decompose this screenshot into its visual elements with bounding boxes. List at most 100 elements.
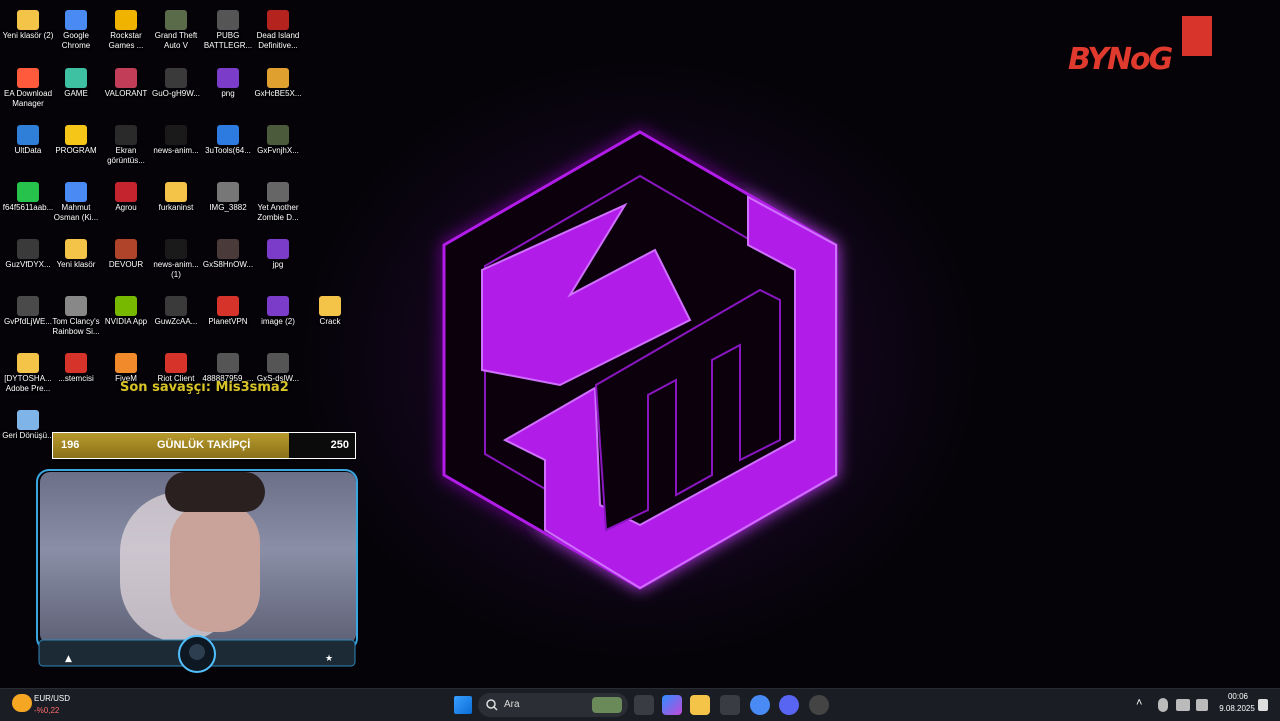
desktop-icon-glyph [165, 68, 187, 88]
desktop-icon[interactable]: 488887959_... [200, 347, 256, 404]
desktop-icon-label: PUBG BATTLEGR... [203, 31, 253, 50]
desktop-icon[interactable]: Grand Theft Auto V [148, 4, 204, 61]
start-button[interactable] [454, 696, 472, 714]
desktop-icon[interactable]: Riot Client [148, 347, 204, 404]
desktop-icon-glyph [115, 353, 137, 373]
desktop-icon[interactable]: Tom Clancy's Rainbow Si... [48, 290, 104, 347]
desktop-icon-label: Mahmut Osman (Ki... [53, 203, 99, 222]
desktop-icon-glyph [319, 296, 341, 316]
clock-time[interactable]: 00:06 [1220, 692, 1256, 701]
desktop-icon-glyph [165, 10, 187, 30]
desktop-icon[interactable]: GAME [48, 62, 104, 119]
desktop-icon[interactable]: PlanetVPN [200, 290, 256, 347]
desktop-icon-label: PROGRAM [55, 146, 97, 155]
desktop-icon-label: GxFvnjhX... [257, 146, 299, 155]
desktop-icon-glyph [17, 410, 39, 430]
clock-date[interactable]: 9.08.2025 [1214, 704, 1260, 713]
desktop-icon[interactable]: Dead Island Definitive... [250, 4, 306, 61]
desktop-icon-label: GuwZcAA... [154, 317, 198, 326]
desktop-icon-glyph [115, 10, 137, 30]
desktop-icon-glyph [17, 125, 39, 145]
desktop-icon-label: Dead Island Definitive... [256, 31, 300, 50]
desktop-icon[interactable]: Yeni klasör [48, 233, 104, 290]
desktop-icon[interactable]: jpg [250, 233, 306, 290]
chrome-icon[interactable] [750, 695, 770, 715]
desktop-icon[interactable]: Mahmut Osman (Ki... [48, 176, 104, 233]
desktop-icon-glyph [115, 68, 137, 88]
desktop-icon[interactable]: DEVOUR [98, 233, 154, 290]
desktop-icon-glyph [217, 239, 239, 259]
desktop-icon-glyph [65, 296, 87, 316]
desktop-icon-glyph [165, 125, 187, 145]
desktop-icon[interactable]: news-anim... (1) [148, 233, 204, 290]
desktop-icon-glyph [17, 182, 39, 202]
follower-current: 196 [61, 439, 80, 451]
notification-bell-icon[interactable] [1258, 699, 1268, 711]
task-view-icon[interactable] [634, 695, 654, 715]
follower-goal-bar: 196 GÜNLÜK TAKİPÇİ 250 [52, 432, 356, 459]
desktop-icon[interactable]: Crack [302, 290, 358, 347]
search-box[interactable]: Ara [478, 693, 628, 717]
microphone-icon[interactable] [1158, 698, 1168, 712]
desktop-icon[interactable]: 3uTools(64... [200, 119, 256, 176]
desktop-icon-label: 3uTools(64... [205, 146, 251, 155]
desktop-icon[interactable]: IMG_3882 [200, 176, 256, 233]
desktop-icon[interactable]: news-anim... [148, 119, 204, 176]
desktop-icon-glyph [165, 353, 187, 373]
desktop-icon-glyph [267, 68, 289, 88]
desktop-icon[interactable]: furkaninst [148, 176, 204, 233]
brand-logo: BYNoG [1034, 8, 1274, 78]
desktop-icon[interactable]: png [200, 62, 256, 119]
volume-icon[interactable] [1196, 699, 1208, 711]
desktop-icon-glyph [17, 353, 39, 373]
desktop-icon[interactable]: GxHcBE5X... [250, 62, 306, 119]
widget-title[interactable]: EUR/USD [34, 694, 70, 703]
desktop-icon-label: jpg [272, 260, 284, 269]
desktop-icon[interactable]: GxFvnjhX... [250, 119, 306, 176]
discord-icon[interactable] [779, 695, 799, 715]
desktop-icon-label: VALORANT [104, 89, 148, 98]
desktop-icon-label: Rockstar Games ... [108, 31, 144, 50]
desktop-icon[interactable]: GxS8HnOW... [200, 233, 256, 290]
desktop-icon[interactable]: Ekran görüntüs... [98, 119, 154, 176]
desktop-icon-glyph [217, 68, 239, 88]
network-icon[interactable] [1176, 699, 1190, 711]
desktop-icon-glyph [217, 10, 239, 30]
desktop-icon[interactable]: FiveM [98, 347, 154, 404]
desktop-icon-glyph [115, 182, 137, 202]
desktop-icon[interactable]: Geri Dönüşü... [0, 404, 56, 461]
desktop-icon[interactable]: PROGRAM [48, 119, 104, 176]
store-icon[interactable] [720, 695, 740, 715]
desktop-icon-label: IMG_3882 [209, 203, 247, 212]
taskbar: EUR/USD -%0,22 Ara ˄ 00:06 9.08.2025 [0, 688, 1280, 721]
desktop-icon-label: Geri Dönüşü... [2, 431, 54, 440]
desktop-icon-glyph [115, 125, 137, 145]
desktop-icon-glyph [165, 296, 187, 316]
desktop-icon[interactable]: GuO-gH9W... [148, 62, 204, 119]
desktop-icon-glyph [17, 239, 39, 259]
tray-chevron-icon[interactable]: ˄ [1136, 697, 1142, 709]
desktop-icon[interactable]: ...stemcisi [48, 347, 104, 404]
desktop-icon[interactable]: VALORANT [98, 62, 154, 119]
copilot-icon[interactable] [662, 695, 682, 715]
desktop-icon[interactable]: GxS-dslW... [250, 347, 306, 404]
desktop-icon[interactable]: NVIDIA App [98, 290, 154, 347]
desktop-icon[interactable]: image (2) [250, 290, 306, 347]
search-highlight-icon [592, 697, 622, 713]
desktop-icon-label: png [221, 89, 235, 98]
file-explorer-icon[interactable] [690, 695, 710, 715]
desktop-icon[interactable]: Agrou [98, 176, 154, 233]
desktop-icon[interactable]: PUBG BATTLEGR... [200, 4, 256, 61]
desktop-icon-label: Yet Another Zombie D... [257, 203, 299, 222]
desktop-icon[interactable]: Rockstar Games ... [98, 4, 154, 61]
desktop-icon[interactable]: Yet Another Zombie D... [250, 176, 306, 233]
desktop-icon-glyph [217, 296, 239, 316]
desktop-icon-label: PlanetVPN [208, 317, 248, 326]
desktop-icon[interactable]: Google Chrome [48, 4, 104, 61]
obs-icon[interactable] [809, 695, 829, 715]
weather-widget-icon[interactable] [12, 694, 32, 712]
desktop-icon[interactable]: GuwZcAA... [148, 290, 204, 347]
desktop-icon-glyph [65, 353, 87, 373]
desktop-icon-label: ...stemcisi [58, 374, 94, 383]
desktop-icon-glyph [65, 10, 87, 30]
